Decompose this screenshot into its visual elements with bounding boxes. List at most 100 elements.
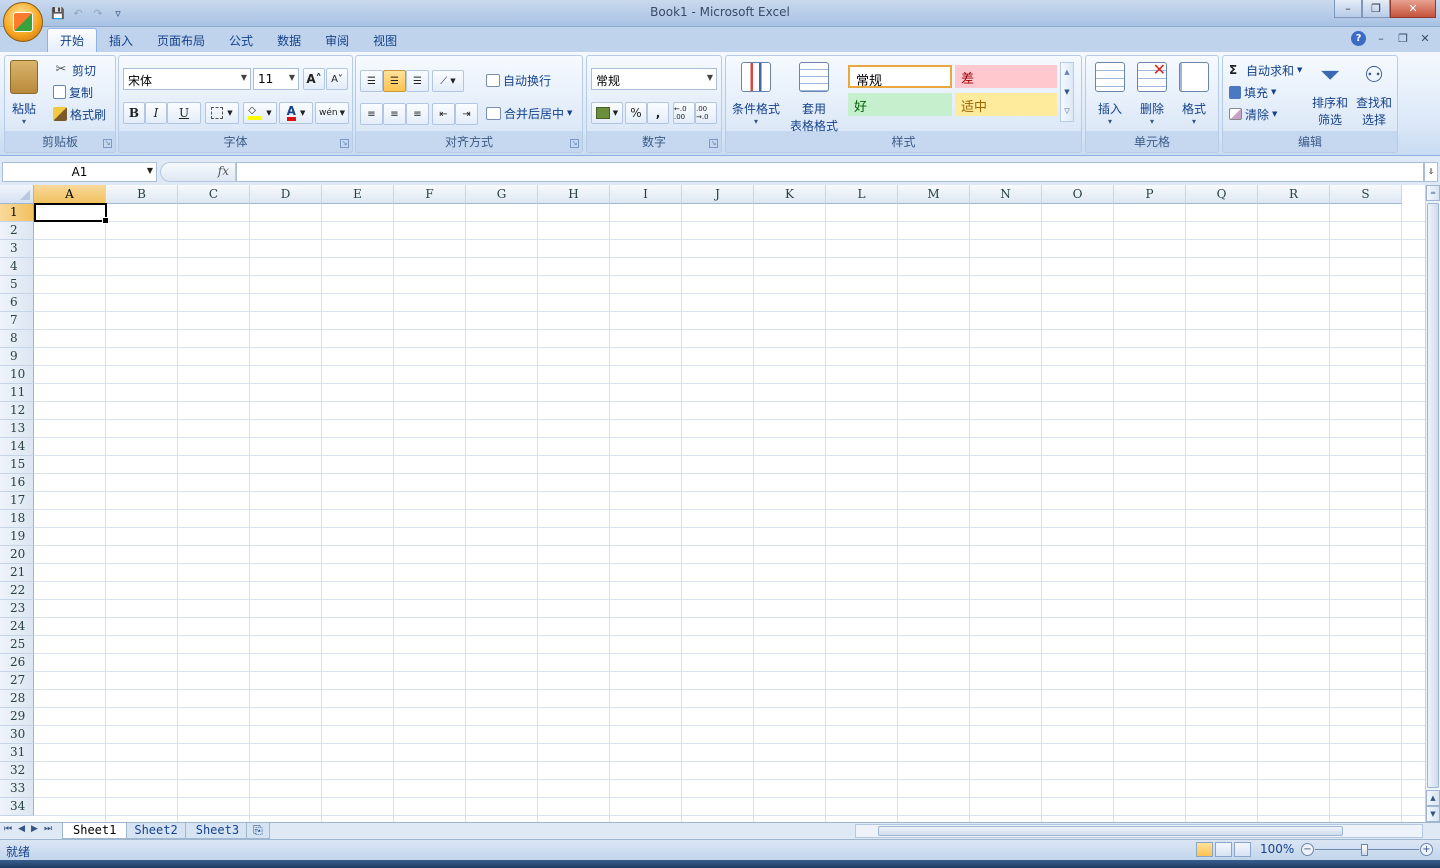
- font-launcher-icon[interactable]: ↘: [340, 139, 349, 148]
- zoom-slider[interactable]: − +: [1301, 843, 1433, 857]
- align-center-button[interactable]: ≡: [383, 103, 406, 125]
- column-header[interactable]: A: [34, 185, 106, 204]
- active-cell[interactable]: [34, 203, 109, 224]
- copy-button[interactable]: 复制: [53, 82, 93, 102]
- comma-style-button[interactable]: ,: [647, 102, 669, 124]
- format-painter-button[interactable]: 格式刷: [53, 104, 106, 124]
- column-header[interactable]: G: [466, 185, 538, 204]
- column-header[interactable]: Q: [1186, 185, 1258, 204]
- row-header[interactable]: 30: [0, 726, 34, 744]
- office-button[interactable]: [3, 2, 43, 42]
- tab-review[interactable]: 审阅: [313, 28, 361, 52]
- format-cells-button[interactable]: 格式 ▾: [1174, 62, 1214, 126]
- help-icon[interactable]: ?: [1351, 31, 1366, 46]
- row-header[interactable]: 29: [0, 708, 34, 726]
- column-header[interactable]: C: [178, 185, 250, 204]
- row-header[interactable]: 24: [0, 618, 34, 636]
- row-header[interactable]: 11: [0, 384, 34, 402]
- bold-button[interactable]: B: [123, 102, 145, 124]
- alignment-launcher-icon[interactable]: ↘: [570, 139, 579, 148]
- last-sheet-icon[interactable]: ⏭: [44, 824, 52, 834]
- sheet-tab-2[interactable]: Sheet2: [123, 823, 189, 839]
- column-header[interactable]: N: [970, 185, 1042, 204]
- zoom-out-icon[interactable]: −: [1301, 843, 1314, 856]
- row-header[interactable]: 9: [0, 348, 34, 366]
- sheet-tab-1[interactable]: Sheet1: [62, 823, 128, 839]
- formula-input[interactable]: [236, 162, 1424, 182]
- row-header[interactable]: 17: [0, 492, 34, 510]
- tab-page-layout[interactable]: 页面布局: [145, 28, 217, 52]
- normal-view-icon[interactable]: [1196, 842, 1213, 857]
- row-header[interactable]: 10: [0, 366, 34, 384]
- styles-gallery-scroll[interactable]: ▲ ▼ ▽: [1060, 62, 1074, 122]
- page-break-view-icon[interactable]: [1234, 842, 1251, 857]
- column-header[interactable]: H: [538, 185, 610, 204]
- row-header[interactable]: 25: [0, 636, 34, 654]
- row-header[interactable]: 27: [0, 672, 34, 690]
- column-header[interactable]: O: [1042, 185, 1114, 204]
- paste-button[interactable]: 粘贴 ▾: [10, 60, 38, 126]
- borders-button[interactable]: ▼: [205, 102, 239, 124]
- style-good[interactable]: 好: [848, 93, 952, 116]
- page-layout-view-icon[interactable]: [1215, 842, 1232, 857]
- underline-button[interactable]: U: [167, 102, 201, 124]
- number-launcher-icon[interactable]: ↘: [709, 139, 718, 148]
- row-header[interactable]: 13: [0, 420, 34, 438]
- workbook-close-button[interactable]: ✕: [1418, 32, 1432, 45]
- scroll-up-icon[interactable]: ▲: [1061, 63, 1073, 83]
- delete-cells-button[interactable]: ✕ 删除 ▾: [1132, 62, 1172, 126]
- bottom-align-button[interactable]: ☰: [406, 70, 429, 92]
- clipboard-launcher-icon[interactable]: ↘: [103, 139, 112, 148]
- row-header[interactable]: 4: [0, 258, 34, 276]
- column-header[interactable]: S: [1330, 185, 1402, 204]
- expand-formula-bar-icon[interactable]: ⇓: [1424, 162, 1438, 182]
- tab-insert[interactable]: 插入: [97, 28, 145, 52]
- font-size-select[interactable]: 11 ▼: [253, 68, 299, 90]
- align-left-button[interactable]: ≡: [360, 103, 383, 125]
- row-header[interactable]: 20: [0, 546, 34, 564]
- sheet-tab-3[interactable]: Sheet3: [184, 823, 251, 839]
- column-header[interactable]: F: [394, 185, 466, 204]
- decrease-decimal-button[interactable]: .00 →.0: [695, 102, 717, 124]
- row-header[interactable]: 5: [0, 276, 34, 294]
- autosum-button[interactable]: Σ 自动求和 ▼: [1229, 60, 1302, 80]
- row-header[interactable]: 21: [0, 564, 34, 582]
- middle-align-button[interactable]: ☰: [383, 70, 406, 92]
- shrink-font-button[interactable]: A˅: [326, 68, 348, 90]
- horizontal-scrollbar[interactable]: [855, 824, 1423, 838]
- align-right-button[interactable]: ≡: [406, 103, 429, 125]
- column-header[interactable]: K: [754, 185, 826, 204]
- tab-formulas[interactable]: 公式: [217, 28, 265, 52]
- format-as-table-button[interactable]: 套用 表格格式: [784, 62, 844, 134]
- split-handle-icon[interactable]: ═: [1426, 185, 1440, 201]
- fill-color-button[interactable]: ◇ ▼: [243, 102, 277, 124]
- column-header[interactable]: D: [250, 185, 322, 204]
- row-header[interactable]: 34: [0, 798, 34, 816]
- scroll-up-icon[interactable]: ▲: [1426, 790, 1440, 806]
- row-header[interactable]: 6: [0, 294, 34, 312]
- row-header[interactable]: 23: [0, 600, 34, 618]
- horizontal-scroll-thumb[interactable]: [878, 826, 1343, 836]
- grow-font-button[interactable]: A˄: [303, 68, 325, 90]
- orientation-button[interactable]: ⟋ ▼: [432, 70, 464, 92]
- sort-filter-button[interactable]: ⏷ 排序和 筛选: [1309, 60, 1351, 128]
- row-header[interactable]: 31: [0, 744, 34, 762]
- row-header[interactable]: 16: [0, 474, 34, 492]
- column-header[interactable]: L: [826, 185, 898, 204]
- zoom-in-icon[interactable]: +: [1420, 843, 1433, 856]
- percent-style-button[interactable]: %: [625, 102, 647, 124]
- workbook-restore-button[interactable]: ❐: [1396, 32, 1410, 45]
- restore-button[interactable]: ❐: [1362, 0, 1390, 18]
- decrease-indent-button[interactable]: ⇤: [432, 103, 455, 125]
- column-header[interactable]: R: [1258, 185, 1330, 204]
- row-header[interactable]: 14: [0, 438, 34, 456]
- increase-decimal-button[interactable]: ←.0 .00: [673, 102, 695, 124]
- first-sheet-icon[interactable]: ⏮: [4, 824, 12, 834]
- tab-data[interactable]: 数据: [265, 28, 313, 52]
- column-header[interactable]: E: [322, 185, 394, 204]
- select-all-button[interactable]: [0, 185, 34, 204]
- zoom-level[interactable]: 100%: [1260, 842, 1294, 856]
- tab-view[interactable]: 视图: [361, 28, 409, 52]
- cut-button[interactable]: ✂ 剪切: [53, 60, 96, 80]
- top-align-button[interactable]: ☰: [360, 70, 383, 92]
